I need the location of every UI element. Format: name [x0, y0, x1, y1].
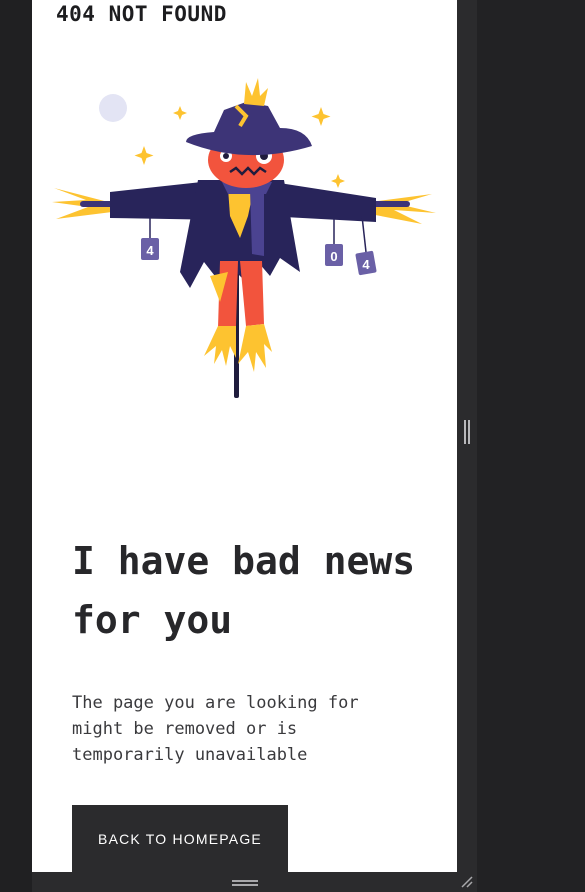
panel-divider	[457, 0, 477, 892]
page-title: 404 NOT FOUND	[56, 2, 227, 26]
horizontal-splitter-handle[interactable]	[232, 880, 258, 886]
headline: I have bad news for you	[72, 539, 416, 642]
vertical-splitter-handle[interactable]	[464, 420, 470, 444]
back-to-homepage-button[interactable]: BACK TO HOMEPAGE	[72, 805, 288, 872]
scarecrow-illustration: 4 0 4	[52, 78, 436, 398]
description: The page you are looking for might be re…	[72, 693, 359, 765]
resize-grip-icon[interactable]	[461, 876, 473, 888]
right-panel	[477, 0, 585, 892]
page-viewport: 404 NOT FOUND 4 0 4 I have bad news for …	[32, 0, 457, 872]
can-label-right: 4	[362, 257, 370, 272]
can-label-middle: 0	[330, 249, 337, 264]
can-label-left: 4	[146, 243, 154, 258]
moon-icon	[99, 94, 127, 122]
